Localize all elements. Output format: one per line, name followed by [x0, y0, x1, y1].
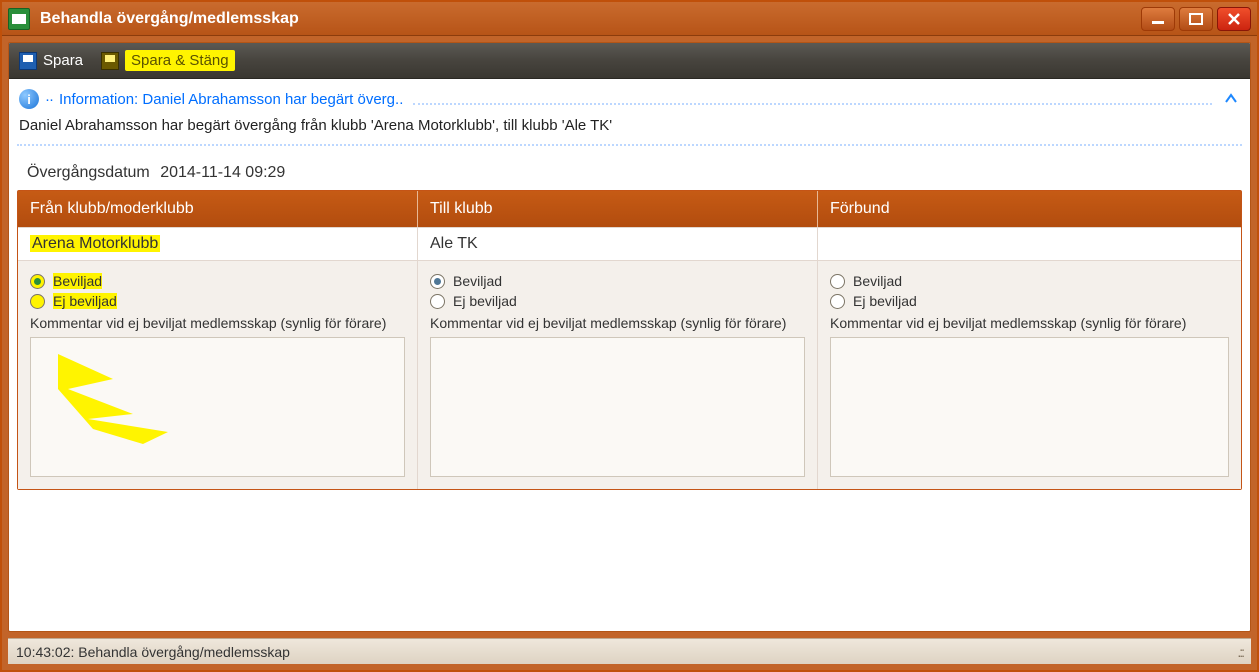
transition-date-label: Övergångsdatum [27, 164, 150, 181]
content-area: i ·· Information: Daniel Abrahamsson har… [9, 79, 1250, 631]
to-rejected-radio-row[interactable]: Ej beviljad [430, 293, 805, 309]
radio-icon [430, 274, 445, 289]
from-rejected-radio-row[interactable]: Ej beviljad [30, 293, 405, 309]
radio-icon [430, 294, 445, 309]
resize-grip[interactable]: .:: [1237, 644, 1243, 660]
from-approved-label: Beviljad [53, 273, 102, 289]
radio-icon [830, 274, 845, 289]
save-button[interactable]: Spara [19, 52, 83, 70]
grid-club-row: Arena Motorklubb Ale TK [18, 227, 1241, 260]
save-close-button[interactable]: Spara & Stäng [101, 50, 235, 71]
save-label: Spara [43, 52, 83, 69]
close-button[interactable] [1217, 7, 1251, 31]
highlight-scribble [33, 344, 203, 464]
inner-frame: Spara Spara & Stäng i ·· Information: Da… [8, 42, 1251, 632]
info-header-row: i ·· Information: Daniel Abrahamsson har… [17, 85, 1242, 115]
maximize-icon [1188, 13, 1204, 25]
to-rejected-label: Ej beviljad [453, 293, 517, 309]
info-icon: i [19, 89, 39, 109]
transition-date-value: 2014-11-14 09:29 [160, 164, 285, 181]
to-comment-textarea[interactable] [430, 337, 805, 477]
from-club-cell: Arena Motorklubb [18, 227, 418, 260]
fed-comment-label: Kommentar vid ej beviljat medlemsskap (s… [830, 315, 1229, 331]
save-close-icon [101, 52, 119, 70]
col-header-fed: Förbund [818, 191, 1241, 227]
fed-controls: Beviljad Ej beviljad Kommentar vid ej be… [818, 260, 1241, 489]
to-comment-label: Kommentar vid ej beviljat medlemsskap (s… [430, 315, 805, 331]
save-icon [19, 52, 37, 70]
titlebar: Behandla övergång/medlemsskap [2, 2, 1257, 36]
arrow-up-icon [1224, 92, 1238, 106]
from-approved-radio-row[interactable]: Beviljad [30, 273, 405, 289]
radio-icon [830, 294, 845, 309]
close-icon [1227, 13, 1241, 25]
from-controls: Beviljad Ej beviljad Kommentar vid ej be… [18, 260, 418, 489]
grid-controls-row: Beviljad Ej beviljad Kommentar vid ej be… [18, 260, 1241, 489]
minimize-icon [1150, 13, 1166, 25]
status-bar: 10:43:02: Behandla övergång/medlemsskap … [8, 638, 1251, 664]
radio-icon [30, 294, 45, 309]
window-title: Behandla övergång/medlemsskap [40, 10, 299, 28]
transfer-grid: Från klubb/moderklubb Till klubb Förbund… [17, 190, 1242, 490]
save-close-label: Spara & Stäng [125, 50, 235, 71]
from-club-name: Arena Motorklubb [30, 235, 160, 252]
radio-icon [30, 274, 45, 289]
collapse-button[interactable] [1222, 90, 1240, 108]
from-rejected-label: Ej beviljad [53, 293, 117, 309]
col-header-to: Till klubb [418, 191, 818, 227]
from-comment-label: Kommentar vid ej beviljat medlemsskap (s… [30, 315, 405, 331]
info-dots: ·· [45, 91, 53, 108]
fed-approved-label: Beviljad [853, 273, 902, 289]
to-controls: Beviljad Ej beviljad Kommentar vid ej be… [418, 260, 818, 489]
grid-header: Från klubb/moderklubb Till klubb Förbund [18, 191, 1241, 227]
app-window: Behandla övergång/medlemsskap Spara Spar… [0, 0, 1259, 672]
fed-rejected-label: Ej beviljad [853, 293, 917, 309]
toolbar: Spara Spara & Stäng [9, 43, 1250, 79]
fed-comment-textarea[interactable] [830, 337, 1229, 477]
fed-club-cell [818, 227, 1241, 260]
app-icon [8, 8, 30, 30]
info-detail-text: Daniel Abrahamsson har begärt övergång f… [17, 115, 1242, 144]
from-comment-textarea[interactable] [30, 337, 405, 477]
fed-rejected-radio-row[interactable]: Ej beviljad [830, 293, 1229, 309]
col-header-from: Från klubb/moderklubb [18, 191, 418, 227]
to-club-name: Ale TK [430, 235, 478, 252]
fed-approved-radio-row[interactable]: Beviljad [830, 273, 1229, 289]
minimize-button[interactable] [1141, 7, 1175, 31]
to-club-cell: Ale TK [418, 227, 818, 260]
to-approved-radio-row[interactable]: Beviljad [430, 273, 805, 289]
maximize-button[interactable] [1179, 7, 1213, 31]
info-dotted-line [413, 103, 1212, 105]
to-approved-label: Beviljad [453, 273, 502, 289]
status-text: 10:43:02: Behandla övergång/medlemsskap [16, 644, 290, 660]
divider [17, 144, 1242, 146]
info-header-text: Information: Daniel Abrahamsson har begä… [59, 91, 403, 108]
transition-date-row: Övergångsdatum 2014-11-14 09:29 [17, 164, 1242, 190]
